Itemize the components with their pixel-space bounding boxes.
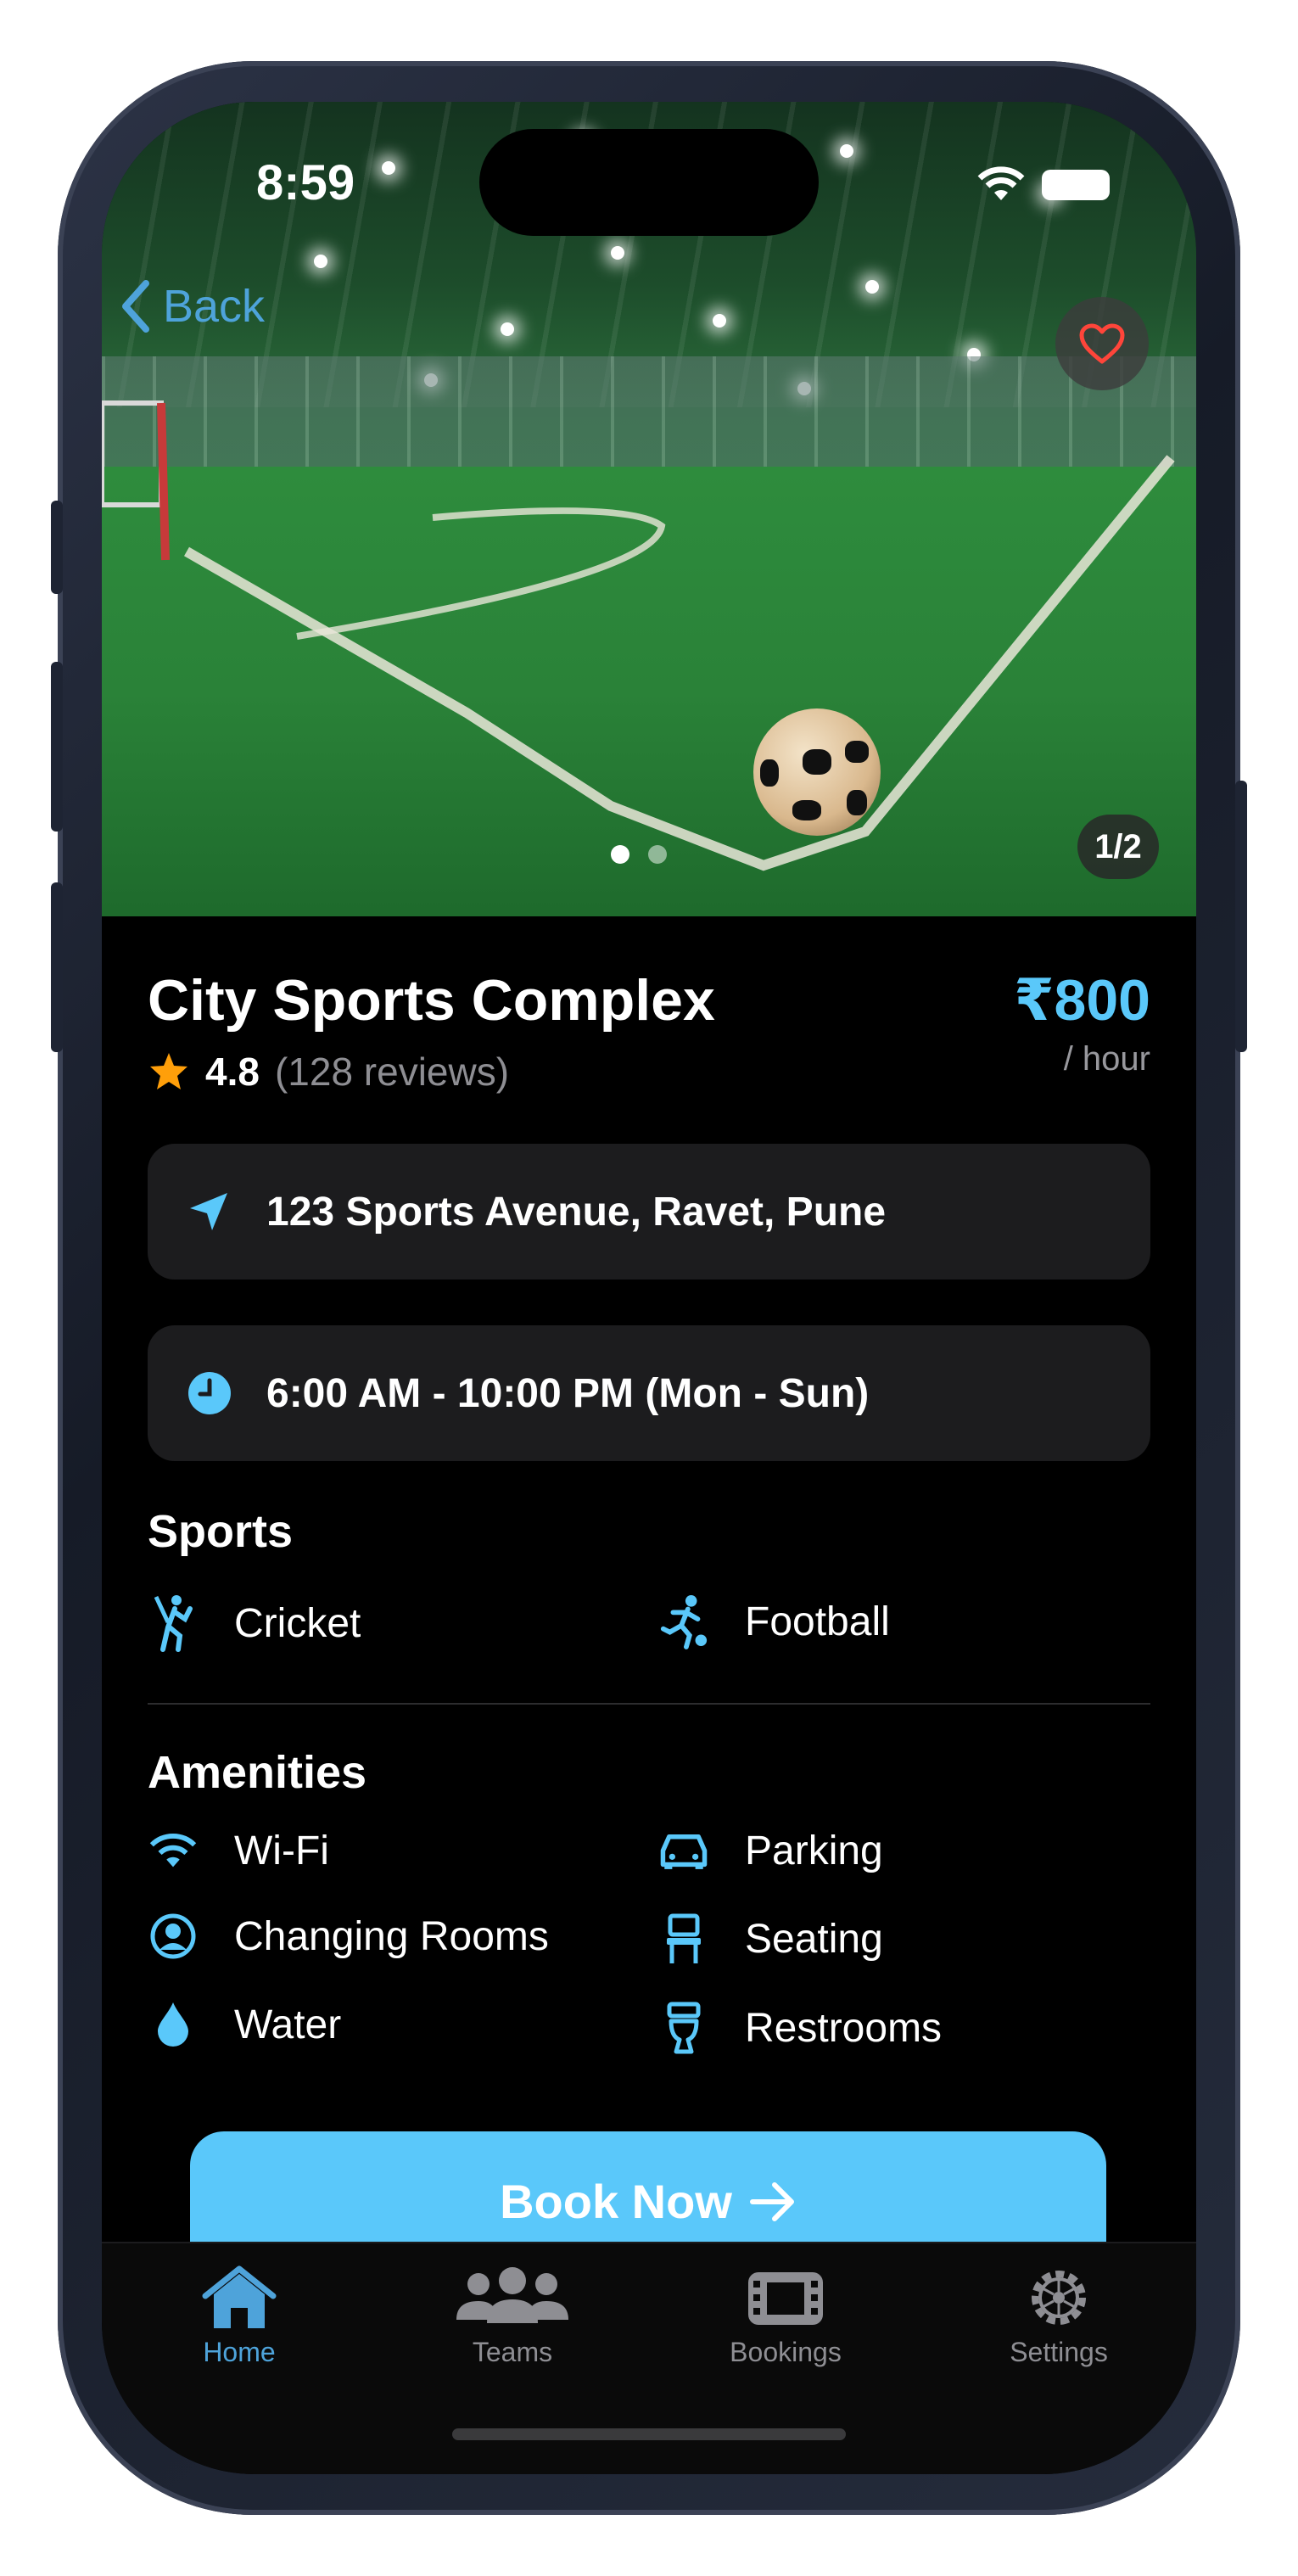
film-icon bbox=[748, 2272, 823, 2325]
battery-icon bbox=[1042, 170, 1110, 200]
rating-row: 4.8 (128 reviews) bbox=[148, 1049, 509, 1095]
drop-icon bbox=[158, 2002, 188, 2047]
amenities-heading: Amenities bbox=[148, 1747, 367, 1798]
football-image bbox=[753, 708, 881, 836]
amenity-item-water: Water bbox=[148, 2001, 341, 2048]
location-arrow-icon bbox=[190, 1193, 227, 1230]
tab-label: Settings bbox=[1010, 2337, 1108, 2367]
hours-card: 6:00 AM - 10:00 PM (Mon - Sun) bbox=[148, 1325, 1150, 1461]
review-count[interactable]: (128 reviews) bbox=[275, 1049, 509, 1095]
tab-home[interactable]: Home bbox=[146, 2264, 333, 2368]
screen: 8:59 Back 1/2 City Sports Complex 4.8 (1… bbox=[102, 102, 1196, 2474]
people-icon bbox=[456, 2267, 568, 2323]
arrow-right-icon bbox=[749, 2182, 794, 2221]
price-unit: / hour bbox=[1063, 1040, 1150, 1078]
star-icon bbox=[150, 1053, 187, 1089]
amenity-item-wifi: Wi-Fi bbox=[148, 1828, 329, 1874]
tab-label: Bookings bbox=[730, 2337, 842, 2367]
tab-teams[interactable]: Teams bbox=[419, 2264, 606, 2368]
wifi-icon bbox=[149, 1833, 197, 1867]
home-indicator bbox=[452, 2428, 846, 2440]
chevron-left-icon bbox=[122, 280, 149, 333]
power-button bbox=[1235, 781, 1247, 1052]
tab-bookings[interactable]: Bookings bbox=[692, 2264, 879, 2368]
favorite-button[interactable] bbox=[1055, 297, 1149, 390]
address-text: 123 Sports Avenue, Ravet, Pune bbox=[266, 1189, 887, 1235]
chair-icon bbox=[667, 1913, 701, 1963]
toilet-icon bbox=[667, 2002, 701, 2054]
amenity-item-restrooms: Restrooms bbox=[658, 2001, 942, 2055]
tab-settings[interactable]: Settings bbox=[965, 2264, 1152, 2368]
book-now-label: Book Now bbox=[500, 2175, 732, 2228]
person-circle-icon bbox=[150, 1913, 196, 1959]
sport-item-football: Football bbox=[658, 1593, 890, 1649]
back-button[interactable]: Back bbox=[120, 280, 265, 333]
dynamic-island bbox=[479, 129, 819, 236]
amenity-label: Changing Rooms bbox=[234, 1913, 549, 1959]
tab-label: Home bbox=[203, 2337, 276, 2367]
address-card[interactable]: 123 Sports Avenue, Ravet, Pune bbox=[148, 1144, 1150, 1280]
football-player-icon bbox=[660, 1595, 708, 1649]
amenity-label: Parking bbox=[745, 1828, 883, 1873]
amenity-label: Seating bbox=[745, 1916, 883, 1962]
house-icon bbox=[202, 2265, 277, 2328]
status-time: 8:59 bbox=[256, 155, 355, 210]
sport-label: Cricket bbox=[234, 1600, 361, 1646]
price: ₹800 bbox=[1014, 968, 1150, 1033]
car-icon bbox=[660, 1834, 708, 1869]
sports-heading: Sports bbox=[148, 1506, 294, 1557]
amenity-label: Restrooms bbox=[745, 2005, 943, 2051]
wifi-status-icon bbox=[976, 166, 1027, 208]
rating-value: 4.8 bbox=[205, 1050, 260, 1094]
page-dots[interactable] bbox=[611, 845, 667, 864]
page-dot-2[interactable] bbox=[648, 845, 667, 864]
volume-down-button bbox=[51, 882, 63, 1052]
amenity-item-seating: Seating bbox=[658, 1912, 883, 1965]
venue-name: City Sports Complex bbox=[148, 968, 715, 1033]
divider bbox=[148, 1703, 1150, 1705]
sport-item-cricket: Cricket bbox=[148, 1593, 361, 1653]
volume-up-button bbox=[51, 662, 63, 832]
venue-photo[interactable]: 8:59 Back 1/2 bbox=[102, 102, 1196, 916]
tab-label: Teams bbox=[472, 2337, 553, 2367]
amenity-item-changing-rooms: Changing Rooms bbox=[148, 1912, 549, 1960]
back-label: Back bbox=[163, 281, 266, 332]
sport-label: Football bbox=[745, 1599, 890, 1644]
gear-icon bbox=[1032, 2271, 1086, 2325]
amenity-item-parking: Parking bbox=[658, 1828, 883, 1874]
clock-icon bbox=[188, 1372, 231, 1414]
amenity-label: Wi-Fi bbox=[234, 1828, 329, 1873]
action-button bbox=[51, 501, 63, 594]
photo-counter: 1/2 bbox=[1077, 815, 1159, 879]
heart-icon bbox=[1079, 323, 1125, 364]
hours-text: 6:00 AM - 10:00 PM (Mon - Sun) bbox=[266, 1370, 870, 1416]
amenity-label: Water bbox=[234, 2002, 342, 2047]
page-dot-1[interactable] bbox=[611, 845, 629, 864]
cricket-icon bbox=[154, 1595, 193, 1652]
